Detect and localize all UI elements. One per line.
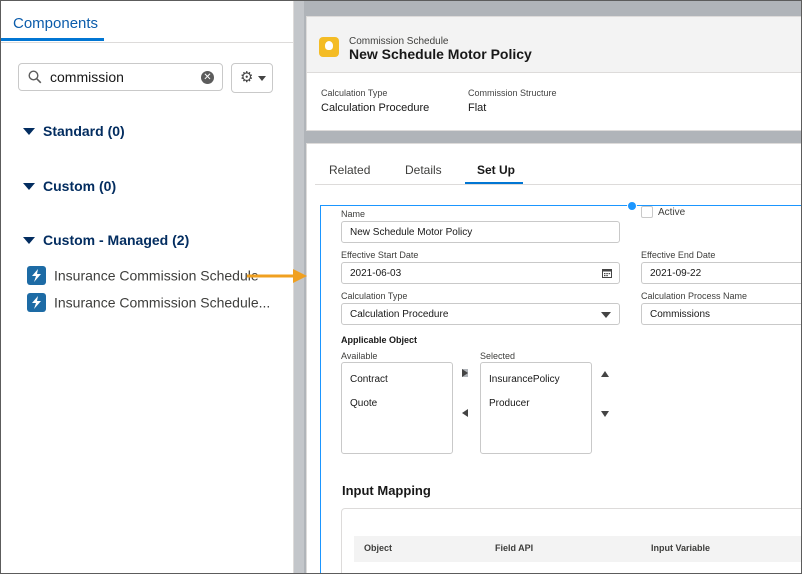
lightning-icon [27,266,46,285]
list-item[interactable]: Quote [350,398,377,409]
name-field[interactable]: New Schedule Motor Policy [341,221,620,243]
list-item[interactable]: Contract [350,374,388,385]
search-input[interactable] [50,68,190,86]
column-header: Field API [495,543,534,553]
highlight-label: Commission Structure [468,88,557,98]
chevron-down-icon [23,128,35,135]
selected-label: Selected [480,351,516,361]
callout-arrow [247,269,307,283]
tab-related[interactable]: Related [329,163,370,177]
start-date-label: Effective Start Date [341,250,419,260]
list-item[interactable]: Producer [489,398,530,409]
list-item[interactable]: InsurancePolicy [489,374,560,385]
components-tab-bar: Components [1,1,293,43]
highlight-value: Calculation Procedure [321,102,430,114]
highlight-value: Flat [468,102,487,114]
component-item[interactable]: Insurance Commission Schedule [27,266,259,285]
active-label: Active [658,207,686,218]
column-header: Input Variable [651,543,711,553]
window-frame: Components ✕ ⚙ Standard (0) Custom (0) C… [0,0,802,574]
end-date-label: Effective End Date [641,250,716,260]
applicable-object-label: Applicable Object [341,335,418,345]
section-custom-managed[interactable]: Custom - Managed (2) [23,232,189,248]
component-label: Insurance Commission Schedule [54,267,259,284]
selected-listbox[interactable]: InsurancePolicy Producer [480,362,592,454]
input-mapping-title: Input Mapping [342,483,431,498]
section-label: Custom - Managed (2) [43,232,190,248]
active-checkbox[interactable] [641,206,653,218]
search-icon [28,70,42,84]
calc-type-value: Calculation Procedure [350,309,449,320]
active-tab-indicator [465,182,523,184]
setup-form: Name New Schedule Motor Policy Active Ef… [320,201,801,573]
components-panel: Components ✕ ⚙ Standard (0) Custom (0) C… [1,1,294,573]
chevron-down-icon [601,312,611,318]
column-header: Object [364,543,393,553]
available-label: Available [341,351,378,361]
name-label: Name [341,209,366,219]
tab-set-up[interactable]: Set Up [477,163,515,177]
chevron-down-icon [23,237,35,244]
page-canvas: Commission Schedule New Schedule Motor P… [294,1,801,573]
process-name-label: Calculation Process Name [641,291,748,301]
gear-icon: ⚙ [240,69,254,86]
tab-details[interactable]: Details [405,163,442,177]
table-header: Object Field API Input Variable [354,536,801,562]
move-left-icon[interactable] [462,409,468,417]
tab-divider [315,184,801,185]
start-date-value: 2021-06-03 [350,268,402,279]
process-name-field[interactable]: Commissions [641,303,801,325]
move-up-icon[interactable] [601,371,609,377]
available-listbox[interactable]: Contract Quote [341,362,453,454]
record-detail-card: Related Details Set Up Name New Schedule… [306,143,801,573]
highlight-label: Calculation Type [321,88,388,98]
chevron-down-icon [23,183,35,190]
calendar-icon[interactable] [602,268,612,278]
settings-menu-button[interactable]: ⚙ [231,63,273,93]
move-down-icon[interactable] [601,411,609,417]
resize-handle[interactable] [627,201,637,211]
record-header: Commission Schedule New Schedule Motor P… [307,17,801,73]
input-mapping-table: Object Field API Input Variable [341,508,801,573]
calc-type-label: Calculation Type [341,291,408,301]
chevron-down-icon [258,76,266,81]
component-label: Insurance Commission Schedule... [54,294,271,311]
search-box: ✕ [18,63,223,91]
tab-components[interactable]: Components [1,1,104,41]
component-item[interactable]: Insurance Commission Schedule... [27,293,270,312]
lightbulb-icon [319,37,339,57]
calc-type-select[interactable]: Calculation Procedure [341,303,620,325]
section-custom[interactable]: Custom (0) [23,178,116,194]
section-label: Standard (0) [43,123,125,139]
record-header-card: Commission Schedule New Schedule Motor P… [306,16,801,131]
section-standard[interactable]: Standard (0) [23,123,125,139]
end-date-field[interactable]: 2021-09-22 [641,262,801,284]
panel-divider[interactable] [294,1,304,573]
record-title: New Schedule Motor Policy [349,46,532,62]
lightning-icon [27,293,46,312]
move-right-icon[interactable] [462,369,468,377]
start-date-field[interactable]: 2021-06-03 [341,262,620,284]
section-label: Custom (0) [43,178,117,194]
clear-search-icon[interactable]: ✕ [201,71,214,84]
